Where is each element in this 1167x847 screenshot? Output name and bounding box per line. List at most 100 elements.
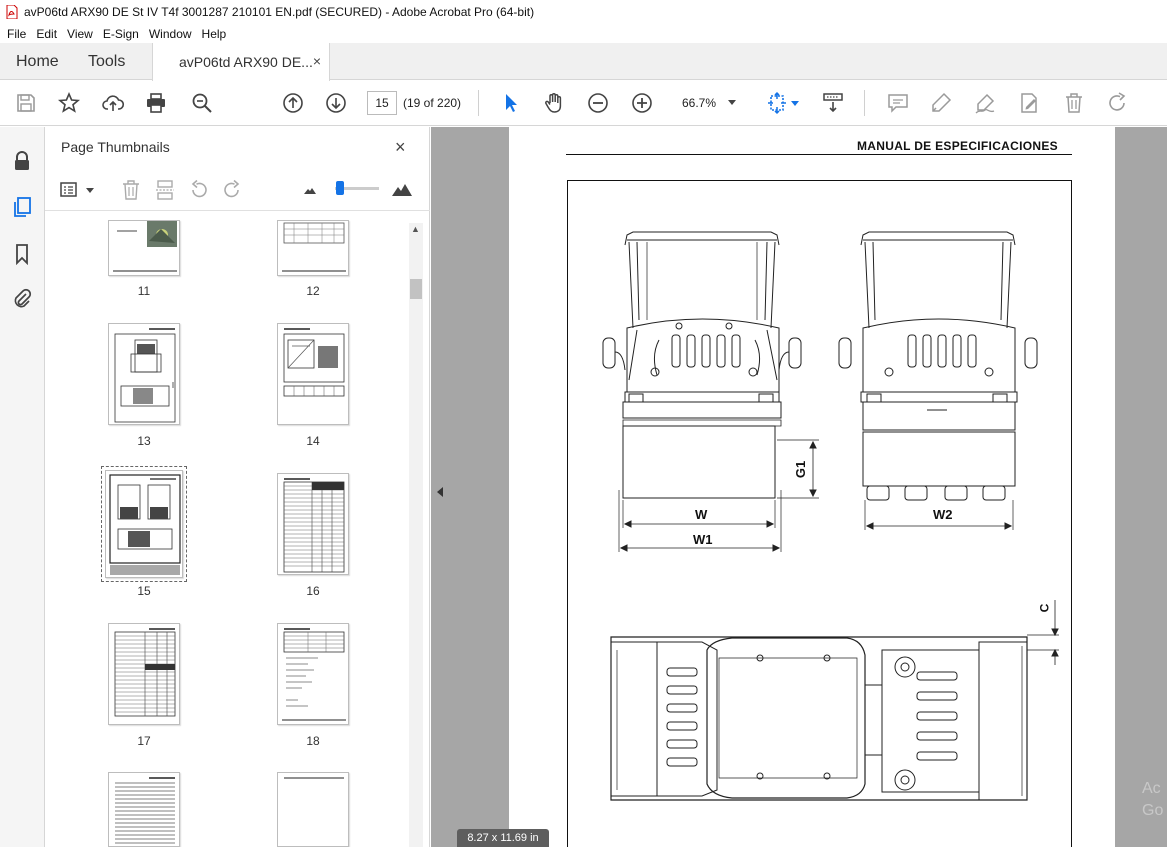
page-thumbnail-14[interactable]	[277, 323, 349, 425]
upload-cloud-icon[interactable]	[101, 91, 125, 115]
fit-page-chevron-icon[interactable]	[791, 101, 799, 106]
zoom-level-dropdown[interactable]: 66.7%	[670, 91, 744, 115]
thumbnail-preview	[113, 221, 177, 272]
page-size-badge: 8.27 x 11.69 in	[457, 829, 549, 847]
scroll-up-arrow-icon[interactable]: ▲	[411, 224, 420, 234]
thumbnail-label: 14	[306, 434, 320, 448]
title-bar: avP06td ARX90 DE St IV T4f 3001287 21010…	[0, 0, 1167, 24]
thumbnail-preview	[283, 328, 345, 397]
zoom-level-value: 66.7%	[682, 96, 717, 110]
rotate-left-icon[interactable]	[188, 179, 210, 201]
page-thumbnail-13[interactable]	[108, 323, 180, 425]
next-page-icon[interactable]	[324, 91, 348, 115]
menu-edit[interactable]: Edit	[31, 27, 62, 41]
dimension-label-g1: G1	[793, 460, 809, 479]
zoom-in-icon[interactable]	[630, 91, 654, 115]
tab-bar: Home Tools avP06td ARX90 DE... ×	[0, 43, 1167, 81]
page-thumbnail-11[interactable]	[108, 220, 180, 276]
delete-page-icon[interactable]	[120, 179, 142, 201]
page-number-input[interactable]: 15	[367, 91, 397, 115]
highlight-pen-icon[interactable]	[929, 91, 953, 115]
menu-bar: File Edit View E-Sign Window Help	[0, 24, 1167, 43]
menu-help[interactable]: Help	[197, 27, 232, 41]
tab-tools[interactable]: Tools	[88, 43, 125, 80]
thumbnail-label: 18	[306, 734, 320, 748]
thumbnail-larger-mountain-icon[interactable]	[391, 179, 413, 201]
chevron-down-icon[interactable]	[86, 188, 94, 193]
scrolling-mode-icon[interactable]	[821, 91, 845, 115]
print-icon[interactable]	[144, 91, 168, 115]
page-thumbnail-16[interactable]	[277, 473, 349, 575]
menu-view[interactable]: View	[62, 27, 98, 41]
page-thumbnail-17[interactable]	[108, 623, 180, 725]
page-thumbnails-icon[interactable]	[11, 196, 33, 218]
thumbnail-size-slider-thumb[interactable]	[336, 181, 344, 195]
page-header-title: MANUAL DE ESPECIFICACIONES	[857, 139, 1058, 153]
edit-pdf-icon[interactable]	[1017, 91, 1041, 115]
page-thumbnail-20[interactable]	[277, 772, 349, 847]
watermark-line: Go	[1142, 802, 1164, 819]
close-panel-icon[interactable]: ×	[395, 137, 406, 158]
previous-page-icon[interactable]	[281, 91, 305, 115]
bookmarks-icon[interactable]	[11, 243, 33, 266]
page-count-label: (19 of 220)	[403, 96, 462, 110]
redo-icon[interactable]	[1106, 91, 1130, 115]
top-view	[610, 600, 1059, 801]
menu-esign[interactable]: E-Sign	[98, 27, 144, 41]
tab-document[interactable]: avP06td ARX90 DE... ×	[152, 43, 330, 81]
header-rule	[566, 154, 1072, 155]
dimension-label-w1: W1	[693, 532, 713, 547]
menu-window[interactable]: Window	[144, 27, 197, 41]
watermark-line: Ac	[1142, 780, 1161, 797]
toolbar-divider	[864, 90, 865, 116]
thumbnails-scrollbar-thumb[interactable]	[410, 279, 422, 299]
page-thumbnail-15-selected[interactable]	[101, 466, 187, 582]
hand-tool-icon[interactable]	[542, 91, 566, 115]
panel-title: Page Thumbnails	[61, 139, 170, 155]
thumbnail-label: 16	[306, 584, 320, 598]
attachments-paperclip-icon[interactable]	[11, 288, 33, 310]
thumbnails-scrollbar[interactable]	[409, 223, 423, 847]
front-view-with-blade	[602, 231, 819, 552]
delete-trash-icon[interactable]	[1062, 91, 1086, 115]
thumbnail-preview	[114, 628, 176, 717]
tab-home[interactable]: Home	[16, 43, 59, 80]
rotate-right-icon[interactable]	[221, 179, 243, 201]
thumbnail-options-icon[interactable]	[59, 179, 81, 201]
zoom-out-icon[interactable]	[586, 91, 610, 115]
thumbnail-label: 17	[137, 734, 151, 748]
select-pointer-icon[interactable]	[499, 91, 523, 115]
thumbnail-preview	[282, 628, 346, 721]
draw-sign-icon[interactable]	[973, 91, 997, 115]
dimension-label-w2: W2	[933, 507, 953, 522]
page-thumbnail-19[interactable]	[108, 772, 180, 847]
front-view-with-drums	[838, 231, 1038, 530]
window-title: avP06td ARX90 DE St IV T4f 3001287 21010…	[24, 5, 535, 19]
thumbnail-label: 11	[137, 284, 151, 298]
collapse-panel-arrow-icon[interactable]	[437, 487, 443, 497]
document-gutter-right	[1115, 127, 1167, 847]
thumbnail-toolbar	[45, 171, 430, 211]
thumbnail-smaller-mountain-icon[interactable]	[299, 179, 321, 201]
save-icon[interactable]	[14, 91, 38, 115]
page-thumbnail-18[interactable]	[277, 623, 349, 725]
thumbnail-preview	[106, 471, 182, 577]
thumbnail-preview	[114, 328, 176, 423]
acrobat-window: avP06td ARX90 DE St IV T4f 3001287 21010…	[0, 0, 1167, 847]
navigation-rail	[0, 127, 45, 847]
zoom-search-icon[interactable]	[190, 91, 214, 115]
comment-icon[interactable]	[886, 91, 910, 115]
lock-icon[interactable]	[11, 150, 33, 172]
close-tab-icon[interactable]: ×	[313, 53, 321, 69]
page-thumbnails-panel: Page Thumbnails × ▲	[45, 127, 430, 847]
bookmark-star-icon[interactable]	[57, 91, 81, 115]
thumbnail-preview	[115, 777, 175, 844]
split-page-icon[interactable]	[154, 179, 176, 201]
page-thumbnail-12[interactable]	[277, 220, 349, 276]
thumbnail-label: 12	[306, 284, 320, 298]
dimension-label-w: W	[695, 507, 708, 522]
thumbnail-preview	[283, 478, 345, 573]
technical-drawing	[602, 231, 1059, 801]
fit-page-icon[interactable]	[765, 91, 789, 115]
menu-file[interactable]: File	[2, 27, 31, 41]
